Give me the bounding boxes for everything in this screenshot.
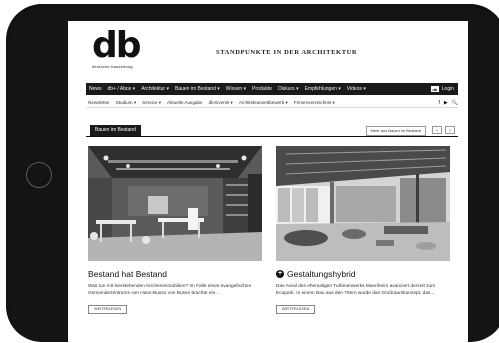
site-logo[interactable]: db deutsche bauzeitung (92, 25, 142, 73)
login-label: Login (441, 86, 454, 92)
library-interior-illustration (88, 146, 262, 261)
article-title: Gestaltungshybrid (287, 269, 356, 279)
article-title[interactable]: Bestand hat Bestand (88, 269, 262, 279)
youtube-icon[interactable]: ▶ (444, 100, 448, 106)
tablet-home-button[interactable] (26, 162, 52, 188)
facebook-icon[interactable]: f (439, 100, 440, 106)
masthead: db deutsche bauzeitung STANDPUNKTE IN DE… (68, 21, 468, 79)
logo-subtitle: deutsche bauzeitung (92, 64, 133, 69)
subnav-item-db-events[interactable]: db-Events ▾ (209, 100, 233, 106)
tablet-frame: db deutsche bauzeitung STANDPUNKTE IN DE… (6, 4, 499, 343)
db-badge-icon: db (430, 86, 439, 92)
nav-item-videos[interactable]: Videos ▾ (347, 86, 366, 92)
subnav-item-architekturwettbewerb[interactable]: Architekturwettbewerb ▾ (239, 100, 288, 106)
article-card: + Gestaltungshybrid Das Areal des ehemal… (276, 146, 450, 315)
logo-mark: db (92, 25, 142, 66)
article-teaser: Das Areal des ehemaligen Turbinenwerks M… (276, 284, 436, 296)
nav-item-diskurs[interactable]: Diskurs ▾ (278, 86, 299, 92)
read-more-button[interactable]: WEITERLESEN (88, 304, 128, 314)
subnav-item-firmenverzeichnis[interactable]: Firmenverzeichnis ▾ (294, 100, 335, 106)
plus-icon: + (276, 270, 284, 278)
carousel-prev-button[interactable]: ‹ (432, 126, 442, 134)
article-title-row[interactable]: + Gestaltungshybrid (276, 269, 450, 279)
nav-item-empfehlungen[interactable]: Empfehlungen ▾ (305, 86, 341, 92)
nav-item-wissen[interactable]: Wissen ▾ (226, 86, 246, 92)
nav-item-produkte[interactable]: Produkte (252, 86, 272, 92)
open-office-illustration (276, 146, 450, 261)
secondary-navigation: Newsletter Studium ▾ Service ▾ Aktuelle … (86, 98, 458, 108)
nav-item-bauen-im-bestand[interactable]: Bauen im Bestand ▾ (175, 86, 220, 92)
section-tab-label: Bauen im Bestand (90, 125, 141, 136)
article-card: Bestand hat Bestand Was tun mit leersteh… (88, 146, 262, 315)
subnav-item-studium[interactable]: Studium ▾ (116, 100, 136, 106)
subnav-item-aktuelle-ausgabe[interactable]: Aktuelle Ausgabe (167, 100, 203, 105)
section-header: Bauen im Bestand Mehr aus Bauen im Besta… (86, 125, 458, 137)
read-more-button[interactable]: WEITERLESEN (276, 304, 316, 314)
article-image-open-office[interactable] (276, 146, 450, 261)
article-image-library-interior[interactable] (88, 146, 262, 261)
more-section-link[interactable]: Mehr aus Bauen im Bestand (365, 126, 426, 136)
nav-item-news[interactable]: News (89, 86, 102, 92)
main-navigation: News db+ / Abos ▾ Architektur ▾ Bauen im… (86, 83, 458, 95)
article-teaser: Was tun mit leerstehenden Kirchenimmobil… (88, 284, 252, 296)
site-tagline: STANDPUNKTE IN DER ARCHITEKTUR (216, 49, 358, 56)
search-icon[interactable]: 🔍 (452, 100, 458, 106)
subnav-item-newsletter[interactable]: Newsletter (88, 100, 110, 105)
nav-item-abos[interactable]: db+ / Abos ▾ (108, 86, 136, 92)
carousel-next-button[interactable]: › (445, 126, 455, 134)
nav-item-architektur[interactable]: Architektur ▾ (141, 86, 169, 92)
login-button[interactable]: db Login (430, 86, 454, 92)
tablet-screen: db deutsche bauzeitung STANDPUNKTE IN DE… (68, 21, 468, 343)
subnav-item-service[interactable]: Service ▾ (142, 100, 161, 106)
